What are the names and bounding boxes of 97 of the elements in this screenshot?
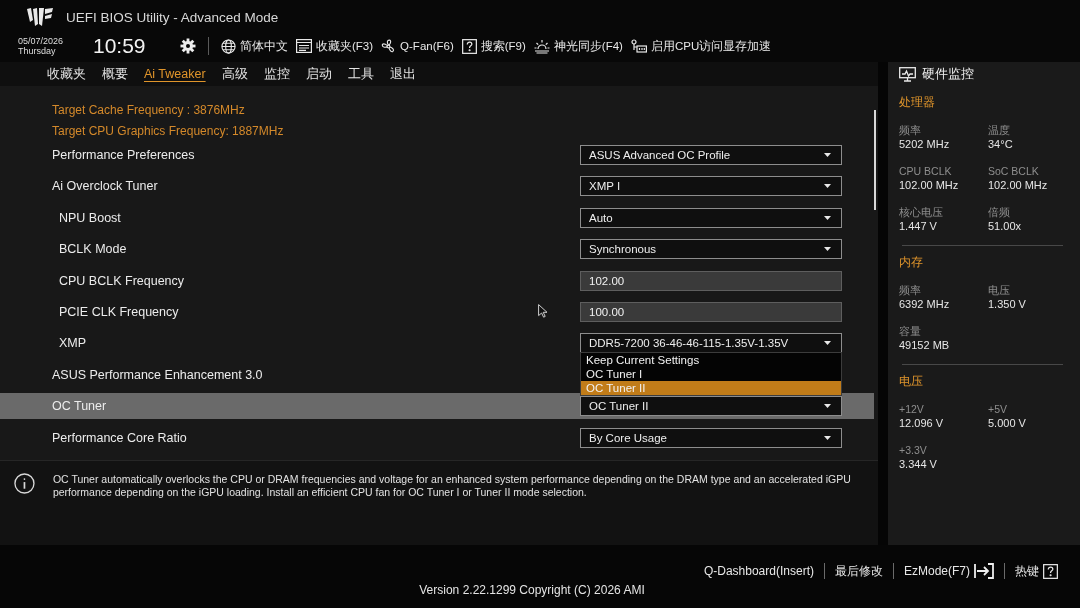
- caret-icon: [824, 184, 831, 189]
- metric-label: 频率: [899, 283, 921, 297]
- exit-icon: [974, 563, 994, 579]
- setting-label: Performance Core Ratio: [52, 430, 187, 445]
- dropdown-option[interactable]: OC Tuner I: [581, 367, 841, 382]
- toolbar-button[interactable]: 简体中文: [221, 38, 288, 54]
- dropdown-select[interactable]: Synchronous: [580, 239, 842, 260]
- help-icon: [461, 38, 477, 54]
- setting-label: ASUS Performance Enhancement 3.0: [52, 367, 263, 382]
- nav-tab[interactable]: 启动: [305, 65, 332, 83]
- nav-tab[interactable]: 收藏夹: [47, 65, 86, 83]
- setting-label: Ai Overclock Tuner: [52, 179, 158, 194]
- metric-label: CPU BCLK: [899, 164, 952, 178]
- input-field[interactable]: 102.00: [580, 270, 842, 291]
- nav-tab[interactable]: 监控: [263, 65, 290, 83]
- metric-label: +5V: [988, 402, 1007, 416]
- scrollbar-thumb[interactable]: [874, 110, 876, 210]
- settings-icon: [180, 38, 196, 54]
- window-title: UEFI BIOS Utility - Advanced Mode: [66, 9, 279, 25]
- settings-button[interactable]: [180, 38, 196, 54]
- version-text: Version 2.22.1299 Copyright (C) 2026 AMI: [419, 583, 645, 597]
- help-text: OC Tuner automatically overlocks the CPU or DRAM frequencies and voltage for an enhanced system performance depending on the DRAM type and an accelerated iGPU performance depending on the iGPU loading. Install an efficient CPU fan for OC Tuner I or Tuner II mode selection.: [52, 473, 852, 499]
- dropdown-select[interactable]: DDR5-7200 36-46-46-115-1.35V-1.35V: [580, 333, 842, 354]
- setting-label: NPU Boost: [59, 210, 121, 225]
- metric-value: 49152 MB: [899, 338, 950, 353]
- globe-icon: [221, 38, 236, 54]
- metric-value: 5.000 V: [988, 416, 1026, 431]
- dropdown-select[interactable]: By Core Usage: [580, 427, 842, 448]
- fan-icon: [381, 38, 397, 54]
- setting-label: CPU BCLK Frequency: [59, 273, 185, 288]
- section-heading: 内存: [899, 254, 923, 271]
- clock-time: 10:59: [93, 34, 147, 58]
- dropdown-select[interactable]: XMP I: [580, 176, 842, 197]
- metric-label: 频率: [899, 123, 921, 137]
- list-icon: [296, 39, 312, 53]
- toolbar-button[interactable]: 启用CPU访问显存加速: [630, 38, 772, 54]
- info-line: Target CPU Graphics Frequency: 1887MHz: [52, 123, 284, 140]
- metric-label: 倍频: [988, 205, 1010, 219]
- metric-value: 1.350 V: [988, 297, 1026, 312]
- caret-icon: [824, 153, 831, 157]
- nav-tab[interactable]: Ai Tweaker: [144, 67, 206, 81]
- setting-label: OC Tuner: [52, 399, 107, 414]
- nav-tab[interactable]: 退出: [389, 65, 416, 83]
- caret-icon: [824, 247, 831, 252]
- metric-label: 温度: [988, 123, 1010, 137]
- caret-icon: [824, 404, 831, 409]
- cursor-icon: [538, 304, 547, 318]
- dropdown-select[interactable]: OC Tuner II: [580, 396, 842, 417]
- caret-icon: [824, 341, 831, 346]
- sun-icon: [533, 38, 550, 54]
- setting-label: Performance Preferences: [52, 148, 195, 162]
- toolbar-button[interactable]: 神光同步(F4): [533, 38, 623, 54]
- section-heading: 电压: [899, 373, 923, 390]
- toolbar-button[interactable]: Q-Fan(F6): [381, 38, 454, 54]
- dropdown-select[interactable]: Auto: [580, 207, 842, 228]
- date-text: 05/07/2026: [18, 36, 65, 46]
- metric-value: 102.00 MHz: [899, 178, 959, 193]
- setting-label: PCIE CLK Frequency: [59, 304, 179, 319]
- logo-icon: [27, 8, 53, 26]
- nav-tab[interactable]: 高级: [221, 65, 248, 83]
- footer-button[interactable]: EzMode(F7): [893, 563, 1004, 579]
- metric-value: 102.00 MHz: [988, 178, 1048, 193]
- metric-label: +3.3V: [899, 443, 927, 457]
- weekday-text: Thursday: [18, 46, 57, 56]
- chip-icon: [630, 38, 647, 54]
- setting-label: BCLK Mode: [59, 242, 127, 257]
- toolbar-button[interactable]: 收藏夹(F3): [296, 38, 374, 54]
- toolbar-button[interactable]: 搜索(F9): [461, 38, 526, 54]
- setting-label: XMP: [59, 336, 87, 351]
- section-heading: 处理器: [899, 94, 935, 111]
- info-line: Target Cache Frequency : 3876MHz: [52, 102, 245, 119]
- metric-value: 5202 MHz: [899, 137, 950, 152]
- nav-tab[interactable]: 概要: [102, 65, 128, 83]
- monitor-graph-icon: [899, 66, 916, 82]
- info-icon: [14, 473, 35, 494]
- dropdown-select[interactable]: ASUS Advanced OC Profile: [580, 145, 842, 165]
- metric-value: 3.344 V: [899, 457, 937, 472]
- metric-label: SoC BCLK: [988, 164, 1039, 178]
- metric-value: 12.096 V: [899, 416, 944, 431]
- nav-tab[interactable]: 工具: [347, 65, 374, 83]
- metric-label: 电压: [988, 283, 1010, 297]
- metric-value: 6392 MHz: [899, 297, 950, 312]
- metric-value: 1.447 V: [899, 219, 937, 234]
- caret-icon: [824, 435, 831, 440]
- metric-value: 51.00x: [988, 219, 1022, 234]
- metric-label: 容量: [899, 324, 921, 338]
- footer-button[interactable]: Q-Dashboard(Insert): [693, 564, 824, 578]
- help-icon: [1043, 563, 1058, 579]
- metric-label: +12V: [899, 402, 924, 416]
- footer-button[interactable]: 热键: [1005, 562, 1068, 580]
- metric-label: 核心电压: [899, 205, 943, 219]
- input-field[interactable]: 100.00: [580, 301, 842, 322]
- caret-icon: [824, 215, 831, 220]
- panel-title: 硬件监控: [922, 65, 974, 83]
- footer-button[interactable]: 最后修改: [824, 562, 893, 580]
- metric-value: 34°C: [988, 137, 1013, 152]
- dropdown-option[interactable]: Keep Current Settings: [581, 353, 841, 368]
